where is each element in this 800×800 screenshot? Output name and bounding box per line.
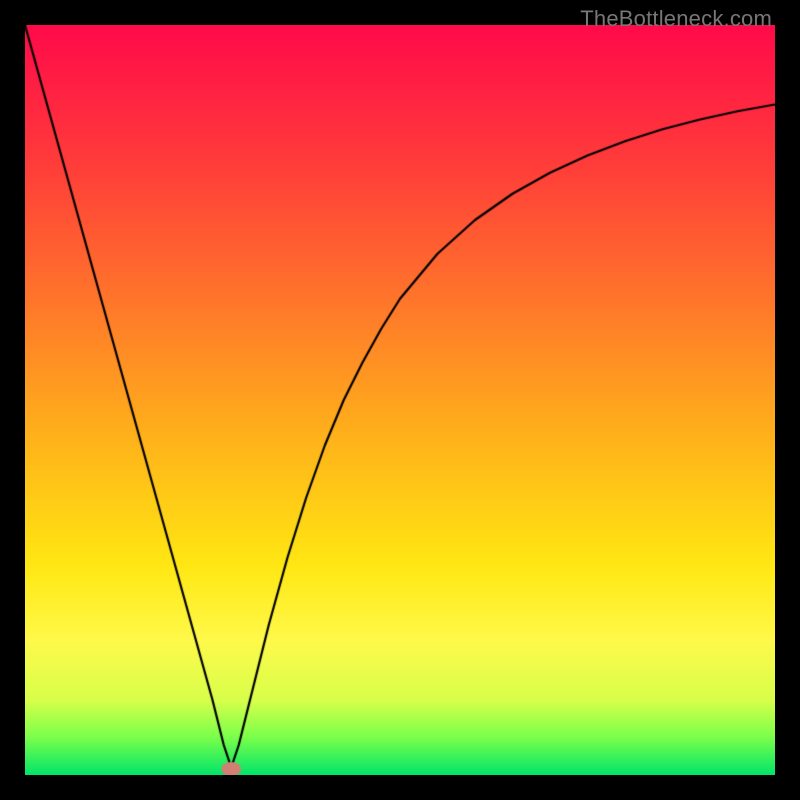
bottleneck-chart-canvas — [25, 25, 775, 775]
chart-frame — [25, 25, 775, 775]
watermark-label: TheBottleneck.com — [580, 6, 772, 32]
